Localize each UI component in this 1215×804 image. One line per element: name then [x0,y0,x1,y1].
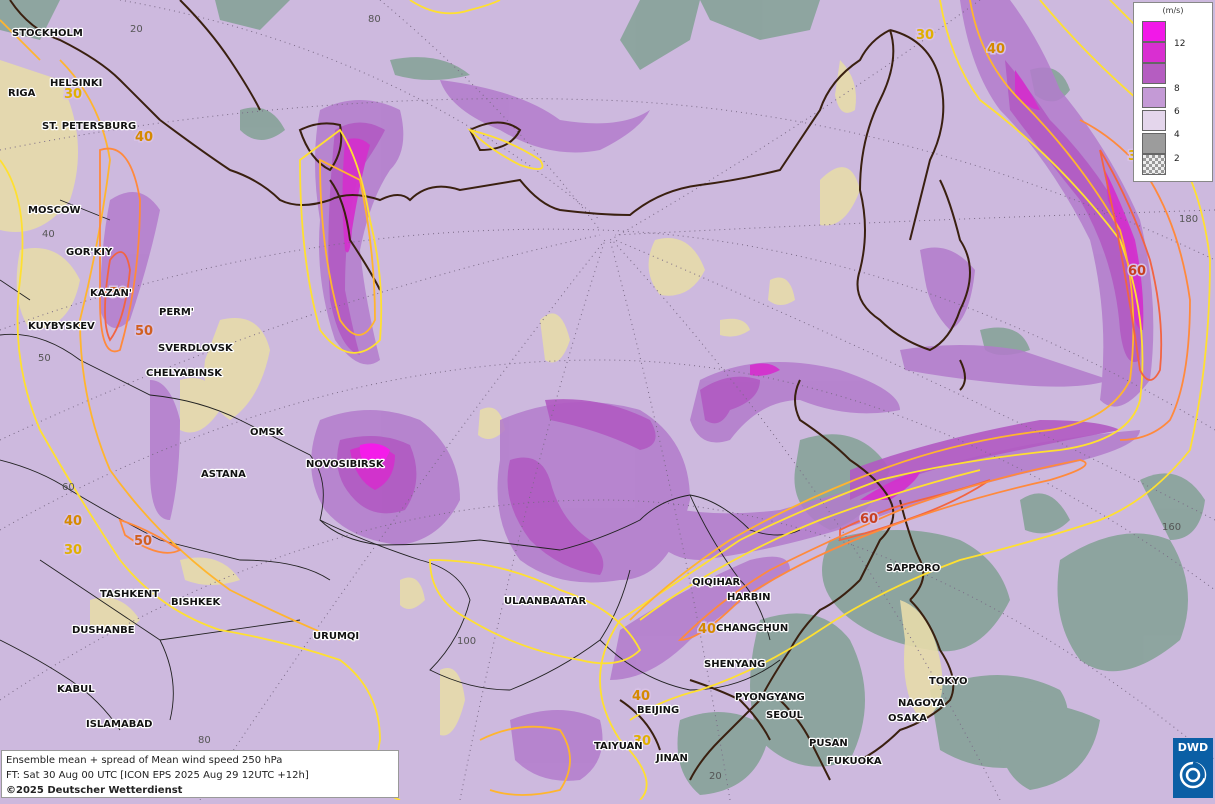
isotach-label: 30 [64,543,82,558]
city-label-dushanbe: DUSHANBE [72,625,135,636]
isotach-label: 30 [916,28,934,43]
grid-label: 40 [42,229,55,240]
city-label-islamabad: ISLAMABAD [86,719,152,730]
grid-label: 80 [198,735,211,746]
city-label-tashkent: TASHKENT [100,589,159,600]
city-label-taiyuan: TAIYUAN [594,741,643,752]
city-label-harbin: HARBIN [727,592,771,603]
caption-copyright: ©2025 Deutscher Wetterdienst [6,785,183,796]
city-label-beijing: BEIJING [637,705,679,716]
city-label-helsinki: HELSINKI [50,78,102,89]
city-label-omsk: OMSK [250,427,285,438]
isotach-label: 40 [64,514,82,529]
legend-unit: (m/s) [1162,6,1184,15]
caption-forecast-time: FT: Sat 30 Aug 00 UTC [ICON EPS 2025 Aug… [6,770,309,781]
city-label-stockholm: STOCKHOLM [12,28,83,39]
city-label-bishkek: BISHKEK [171,597,221,608]
legend-label: 4 [1174,130,1180,140]
city-label-osaka: OSAKA [888,713,927,724]
city-label-riga: RIGA [8,88,36,99]
city-label-novosibirsk: NOVOSIBIRSK [306,459,385,470]
city-label-pyongyang: PYONGYANG [735,692,805,703]
city-label-sverdlovsk: SVERDLOVSK [158,343,234,354]
legend-label: 12 [1174,39,1186,49]
city-label-changchun: CHANGCHUN [716,623,788,634]
isotach-label: 60 [1128,264,1146,279]
isotach-label: 40 [987,42,1005,57]
grid-label: 20 [709,771,722,782]
city-label-ulaanbaatar: ULAANBAATAR [504,596,586,607]
grid-label: 160 [1162,522,1181,533]
city-label-gorkiy: GOR'KIY [66,247,113,258]
legend-swatch [1142,63,1166,84]
city-label-jinan: JINAN [655,753,688,764]
city-label-seoul: SEOUL [766,710,804,721]
city-label-pusan: PUSAN [809,738,848,749]
isotach-label: 40 [135,130,153,145]
city-label-nagoya: NAGOYA [898,698,945,709]
legend-swatch [1142,87,1166,108]
city-label-sapporo: SAPPORO [886,563,940,574]
map-caption: Ensemble mean + spread of Mean wind spee… [1,750,399,798]
legend-label: 8 [1174,84,1180,94]
city-label-kuybyshev: KUYBYSKEV [28,321,95,332]
dwd-swirl-icon [1179,761,1207,789]
city-label-fukuoka: FUKUOKA [827,756,882,767]
color-legend: (m/s) 12 8 6 4 2 [1133,2,1213,182]
map-canvas: 20 80 40 50 60 100 80 160 180 20 30 30 4… [0,0,1215,801]
grid-label: 60 [62,482,75,493]
dwd-logo: DWD [1173,738,1213,798]
city-label-moscow: MOSCOW [28,205,81,216]
legend-swatch-checker [1142,154,1166,175]
city-label-kazan: KAZAN' [90,288,132,299]
isotach-label: 60 [860,512,878,527]
city-label-st-petersburg: ST. PETERSBURG [42,121,136,132]
grid-label: 80 [368,14,381,25]
city-label-urumqi: URUMQI [313,631,359,642]
legend-label: 2 [1174,154,1180,164]
city-label-astana: ASTANA [201,469,246,480]
grid-label: 50 [38,353,51,364]
weather-map: 20 80 40 50 60 100 80 160 180 20 30 30 4… [0,0,1215,801]
city-label-perm: PERM' [159,307,194,318]
legend-label: 6 [1174,107,1180,117]
grid-label: 20 [130,24,143,35]
isotach-label: 50 [134,534,152,549]
city-label-kabul: KABUL [57,684,95,695]
city-label-tokyo: TOKYO [929,676,967,687]
grid-label: 100 [457,636,476,647]
legend-swatch [1142,21,1166,42]
isotach-label: 30 [64,87,82,102]
isotach-label: 50 [135,324,153,339]
city-label-shenyang: SHENYANG [704,659,765,670]
isotach-label: 40 [632,689,650,704]
caption-title: Ensemble mean + spread of Mean wind spee… [6,755,283,766]
legend-swatch [1142,133,1166,154]
grid-label: 180 [1179,214,1198,225]
isotach-label: 40 [698,622,716,637]
legend-swatch [1142,42,1166,63]
city-label-chelyabinsk: CHELYABINSK [146,368,223,379]
legend-swatch [1142,110,1166,131]
city-label-qiqihar: QIQIHAR [692,577,741,588]
